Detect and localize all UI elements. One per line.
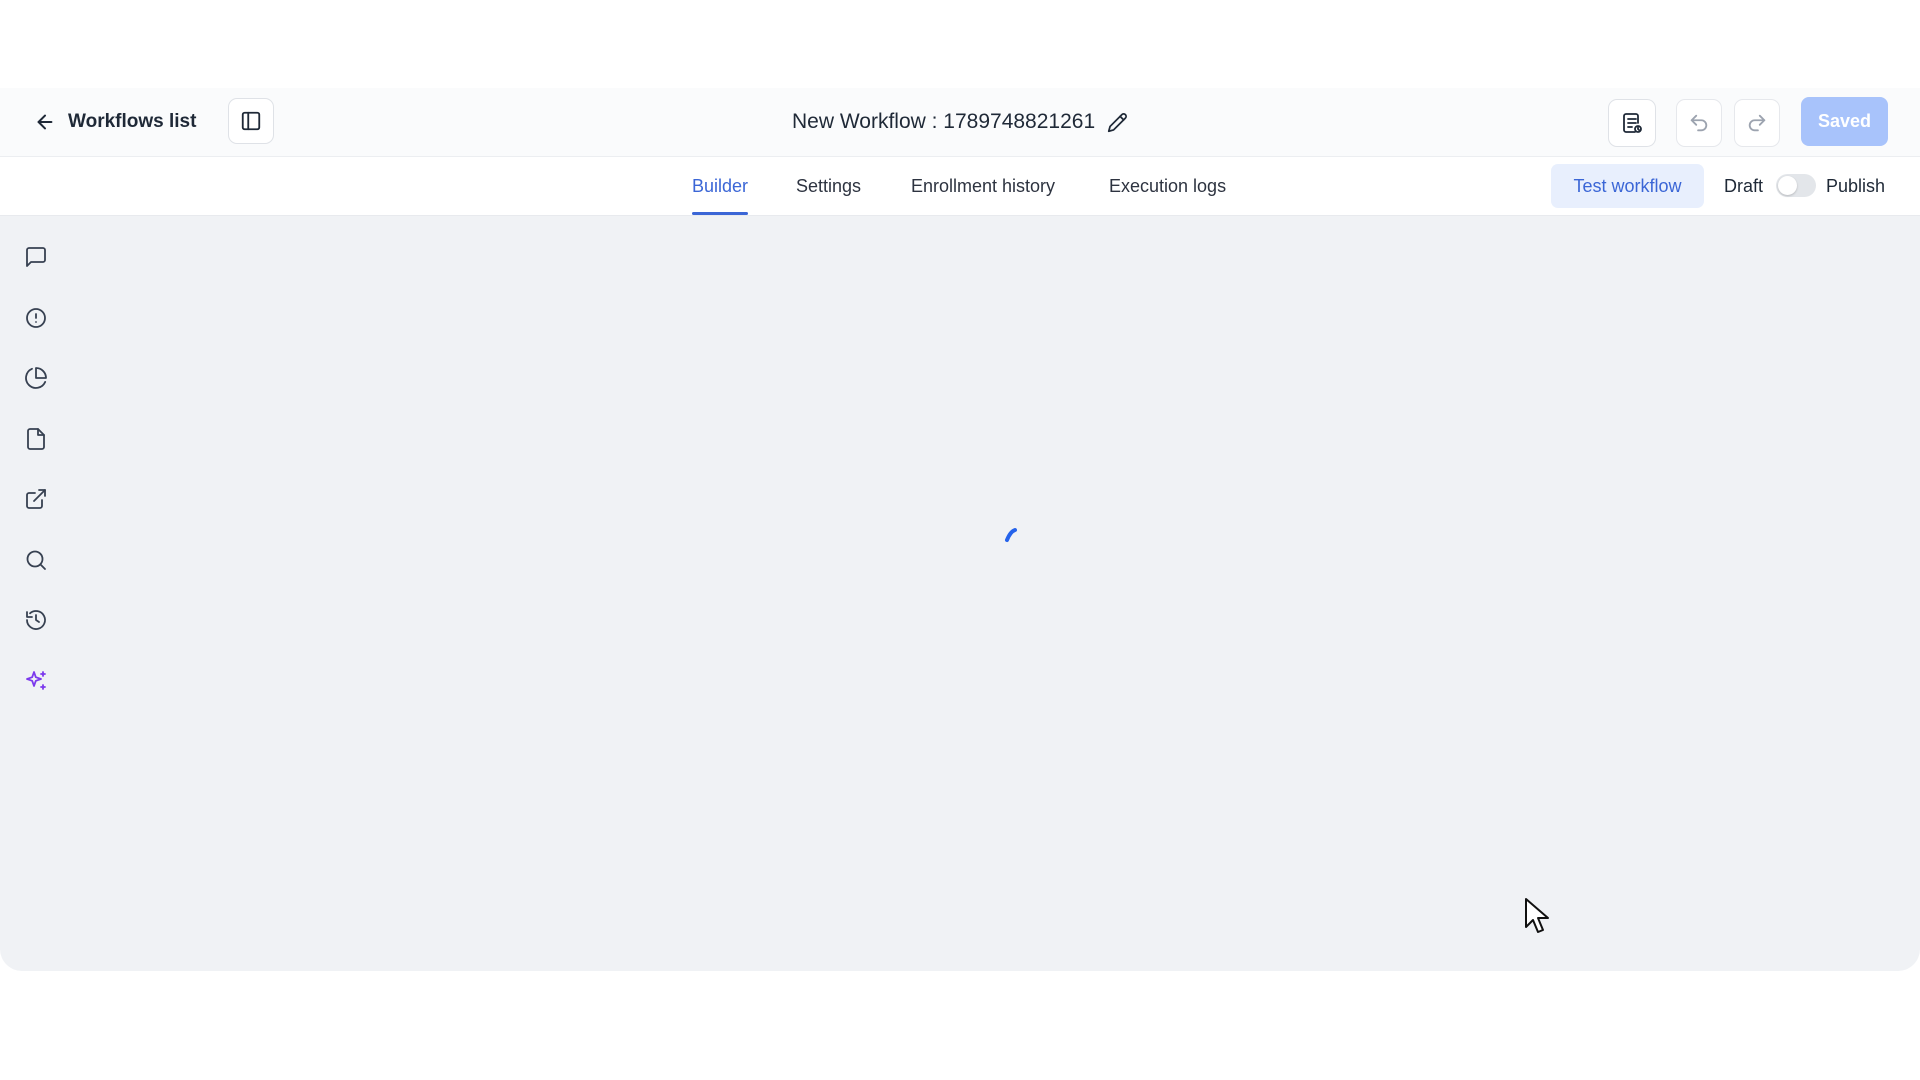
redo-button[interactable]: [1734, 99, 1780, 147]
top-header: Workflows list New Workflow : 1789748821…: [0, 88, 1920, 157]
tab-execution-logs[interactable]: Execution logs: [1109, 157, 1226, 215]
mouse-pointer-icon: [1524, 897, 1552, 937]
back-link-label: Workflows list: [68, 111, 197, 132]
pencil-icon[interactable]: [1107, 112, 1128, 133]
notes-button[interactable]: [1608, 99, 1656, 147]
back-to-workflows-link[interactable]: Workflows list: [34, 106, 196, 138]
saved-button[interactable]: Saved: [1801, 97, 1888, 146]
publish-toggle[interactable]: [1776, 174, 1816, 197]
workflow-title: New Workflow : 1789748821261: [792, 110, 1096, 133]
tab-enrollment-history[interactable]: Enrollment history: [911, 157, 1055, 215]
tab-builder[interactable]: Builder: [692, 157, 749, 215]
workflow-canvas[interactable]: [0, 216, 1920, 971]
redo-icon: [1746, 112, 1768, 134]
undo-button[interactable]: [1676, 99, 1722, 147]
workflow-editor: Workflows list New Workflow : 1789748821…: [0, 88, 1920, 971]
tab-settings[interactable]: Settings: [796, 157, 861, 215]
notes-icon: [1620, 111, 1644, 135]
draft-label: Draft: [1724, 175, 1764, 196]
sidebar-toggle-button[interactable]: [228, 98, 274, 144]
test-workflow-button[interactable]: Test workflow: [1551, 164, 1704, 208]
undo-icon: [1688, 112, 1710, 134]
sidebar-panel-icon: [240, 110, 262, 132]
publish-label: Publish: [1826, 175, 1886, 196]
workflow-title-area: New Workflow : 1789748821261: [792, 106, 1128, 138]
tabs-bar: Builder Settings Enrollment history Exec…: [0, 157, 1920, 216]
loading-spinner-icon: [1004, 527, 1018, 543]
toggle-knob: [1778, 176, 1797, 195]
arrow-left-icon: [34, 111, 56, 133]
